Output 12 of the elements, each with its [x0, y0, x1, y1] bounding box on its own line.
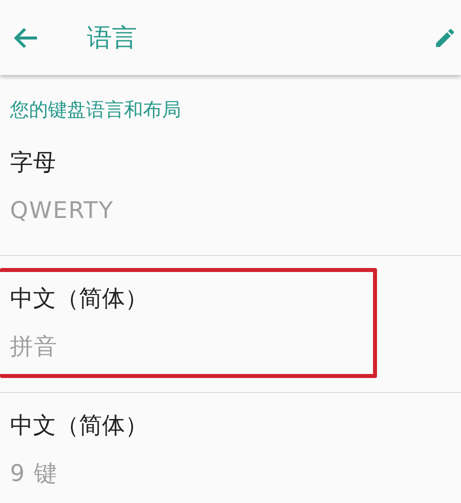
back-icon[interactable] — [13, 26, 39, 50]
item-title: 字母 — [10, 149, 57, 178]
item-subtitle: 拼音 — [10, 333, 59, 362]
list-item[interactable]: 中文（简体） 9 键 — [0, 393, 461, 501]
list-item[interactable]: 字母 QWERTY — [0, 130, 461, 255]
highlighted-list-item[interactable]: 中文（简体） 拼音 — [0, 268, 377, 378]
item-subtitle: 9 键 — [10, 460, 59, 489]
item-title: 中文（简体） — [10, 412, 149, 441]
section-header: 您的键盘语言和布局 — [9, 98, 182, 123]
screen-title: 语言 — [87, 22, 137, 54]
item-title: 中文（简体） — [10, 285, 149, 314]
item-subtitle: QWERTY — [10, 197, 115, 226]
